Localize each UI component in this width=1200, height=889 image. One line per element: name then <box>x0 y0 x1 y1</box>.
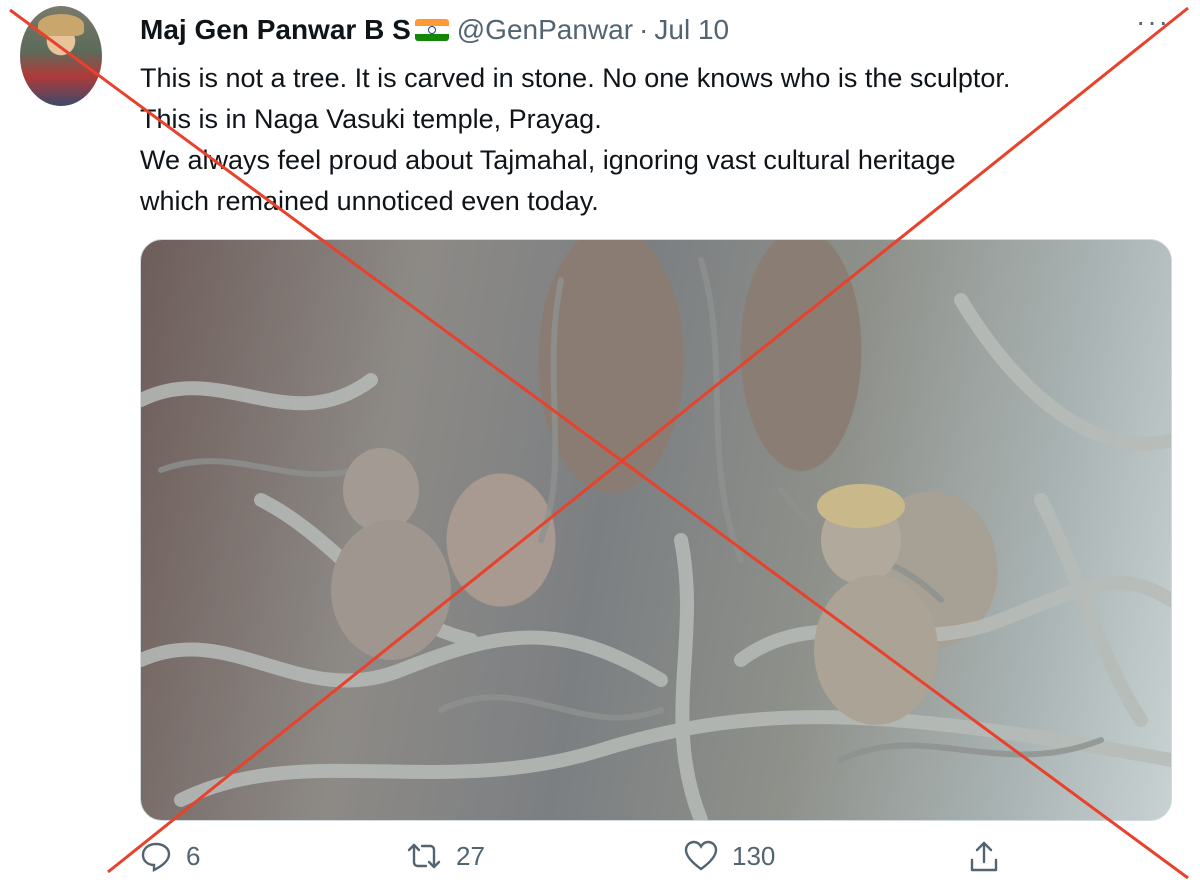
share-button[interactable] <box>968 840 1014 874</box>
separator-dot: · <box>639 14 649 45</box>
like-button[interactable]: 130 <box>684 840 775 872</box>
author-name[interactable]: Maj Gen Panwar B S <box>140 14 411 46</box>
india-flag-icon <box>414 19 449 41</box>
retweet-icon <box>407 843 441 869</box>
tweet-header: Maj Gen Panwar B S @GenPanwar · Jul 10 <box>140 12 729 48</box>
more-options-icon[interactable]: ··· <box>1136 6 1170 38</box>
retweet-button[interactable]: 27 <box>406 840 485 872</box>
share-icon <box>970 841 998 872</box>
tweet-card: Maj Gen Panwar B S @GenPanwar · Jul 10 ·… <box>0 0 1200 889</box>
tweet-actions: 6 27 130 <box>140 840 1020 880</box>
author-handle[interactable]: @GenPanwar <box>457 14 633 46</box>
tweet-text-line: This is not a tree. It is carved in ston… <box>140 63 1011 93</box>
tweet-media-image[interactable] <box>140 239 1172 821</box>
stone-carving-picture <box>141 257 1171 820</box>
avatar[interactable] <box>20 6 102 106</box>
reply-count: 6 <box>186 840 201 871</box>
tweet-text: This is not a tree. It is carved in ston… <box>140 58 1180 222</box>
like-count: 130 <box>732 840 776 871</box>
tweet-text-line: This is in Naga Vasuki temple, Prayag. <box>140 104 602 134</box>
retweet-count: 27 <box>456 840 485 871</box>
tweet-date[interactable]: Jul 10 <box>654 14 729 46</box>
reply-button[interactable]: 6 <box>140 840 200 872</box>
reply-icon <box>141 842 171 872</box>
heart-icon <box>684 840 718 871</box>
tweet-text-line: which remained unnoticed even today. <box>140 186 599 216</box>
tweet-text-line: We always feel proud about Tajmahal, ign… <box>140 145 956 175</box>
